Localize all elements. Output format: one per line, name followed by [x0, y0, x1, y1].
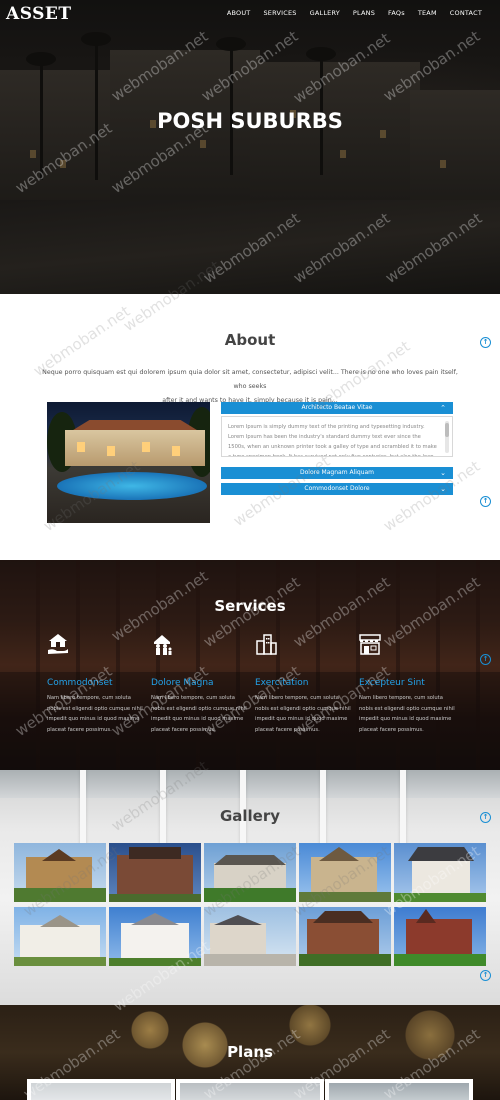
gallery-thumbnail[interactable] — [14, 907, 106, 966]
scroll-up-button[interactable]: ↑ — [480, 812, 491, 823]
scroll-up-button[interactable]: ↑ — [480, 337, 491, 348]
nav-item-contact[interactable]: CONTACT — [450, 9, 482, 17]
accordion-header[interactable]: Dolore Magnam Aliquam ⌄ — [221, 467, 453, 479]
gallery-thumbnail[interactable] — [109, 907, 201, 966]
nav-item-plans[interactable]: PLANS — [353, 9, 375, 17]
hero-building — [0, 70, 120, 210]
nav-item-team[interactable]: TEAM — [418, 9, 437, 17]
service-name[interactable]: Exercitation — [255, 678, 351, 688]
nav-item-services[interactable]: SERVICES — [263, 9, 296, 17]
chevron-up-icon: ⌃ — [440, 404, 446, 412]
accordion-item-2[interactable]: Dolore Magnam Aliquam ⌄ — [221, 467, 453, 479]
accordion-header[interactable]: Commodonset Dolore ⌄ — [221, 483, 453, 495]
arrow-up-icon: ↑ — [482, 655, 489, 663]
plan-card[interactable] — [27, 1079, 175, 1100]
gallery-thumbnail[interactable] — [14, 843, 106, 902]
family-house-icon — [154, 635, 172, 655]
plan-card[interactable] — [325, 1079, 473, 1100]
about-title: About — [224, 331, 276, 349]
scroll-up-button[interactable]: ↑ — [480, 496, 491, 507]
about-text-line: Neque porro quisquam est qui dolorem ips… — [42, 369, 458, 390]
hero-title: POSH SUBURBS — [157, 109, 343, 133]
gallery-thumbnail[interactable] — [299, 907, 391, 966]
accordion-body-text: Lorem Ipsum is simply dummy text of the … — [228, 424, 437, 457]
accordion-title: Architecto Beatae Vitae — [301, 404, 373, 411]
service-card: Exercitation Nam libero tempore, cum sol… — [255, 632, 351, 735]
accordion-title: Dolore Magnam Aliquam — [299, 469, 375, 476]
villa-pool-image — [47, 402, 210, 523]
accordion-header[interactable]: Architecto Beatae Vitae ⌃ — [221, 402, 453, 414]
accordion-scrollbar[interactable] — [445, 421, 449, 453]
arrow-up-icon: ↑ — [482, 813, 489, 821]
arrow-up-icon: ↑ — [482, 338, 489, 346]
main-nav: ABOUT SERVICES GALLERY PLANS FAQs TEAM C… — [227, 9, 482, 17]
hero-building — [410, 90, 500, 210]
nav-item-gallery[interactable]: GALLERY — [310, 9, 340, 17]
chevron-down-icon: ⌄ — [440, 469, 446, 477]
plans-title: Plans — [227, 1043, 273, 1061]
services-section: Services ↑ Commodonset Nam libero tempor… — [0, 560, 500, 770]
arrow-up-icon: ↑ — [482, 497, 489, 505]
gallery-thumbnail[interactable] — [204, 843, 296, 902]
service-card: Commodonset Nam libero tempore, cum solu… — [47, 632, 143, 735]
gallery-section: Gallery ↑ ↑ — [0, 770, 500, 1005]
arrow-up-icon: ↑ — [482, 971, 489, 979]
chevron-down-icon: ⌄ — [440, 485, 446, 493]
gallery-thumbnail[interactable] — [109, 843, 201, 902]
service-name[interactable]: Dolore Magna — [151, 678, 247, 688]
plans-section: Plans — [0, 1005, 500, 1100]
house-hand-icon — [48, 634, 68, 654]
storefront-icon — [359, 634, 381, 655]
nav-item-about[interactable]: ABOUT — [227, 9, 251, 17]
nav-item-faqs[interactable]: FAQs — [388, 9, 405, 17]
gallery-thumbnail[interactable] — [204, 907, 296, 966]
gallery-title: Gallery — [219, 807, 281, 825]
service-description: Nam libero tempore, cum soluta nobis est… — [359, 695, 455, 733]
accordion-item-3[interactable]: Commodonset Dolore ⌄ — [221, 483, 453, 495]
service-description: Nam libero tempore, cum soluta nobis est… — [47, 695, 143, 733]
brand-logo[interactable]: ASSET — [6, 4, 71, 24]
scroll-up-button[interactable]: ↑ — [480, 654, 491, 665]
gallery-thumbnail[interactable] — [299, 843, 391, 902]
hero-street — [0, 200, 500, 294]
scroll-up-button[interactable]: ↑ — [480, 970, 491, 981]
hero-section: ASSET ABOUT SERVICES GALLERY PLANS FAQs … — [0, 0, 500, 294]
plan-card[interactable] — [176, 1079, 324, 1100]
services-title: Services — [214, 597, 286, 615]
about-section: About ↑ Neque porro quisquam est qui dol… — [0, 294, 500, 560]
buildings-icon — [256, 634, 277, 655]
service-card: Excepteur Sint Nam libero tempore, cum s… — [359, 632, 455, 735]
accordion-body: Lorem Ipsum is simply dummy text of the … — [221, 416, 453, 457]
service-card: Dolore Magna Nam libero tempore, cum sol… — [151, 632, 247, 735]
accordion-item-1[interactable]: Architecto Beatae Vitae ⌃ — [221, 402, 453, 414]
gallery-thumbnail[interactable] — [394, 907, 486, 966]
accordion-title: Commodonset Dolore — [304, 485, 370, 492]
gallery-thumbnail[interactable] — [394, 843, 486, 902]
service-name[interactable]: Commodonset — [47, 678, 143, 688]
service-description: Nam libero tempore, cum soluta nobis est… — [255, 695, 351, 733]
service-name[interactable]: Excepteur Sint — [359, 678, 455, 688]
service-description: Nam libero tempore, cum soluta nobis est… — [151, 695, 247, 733]
